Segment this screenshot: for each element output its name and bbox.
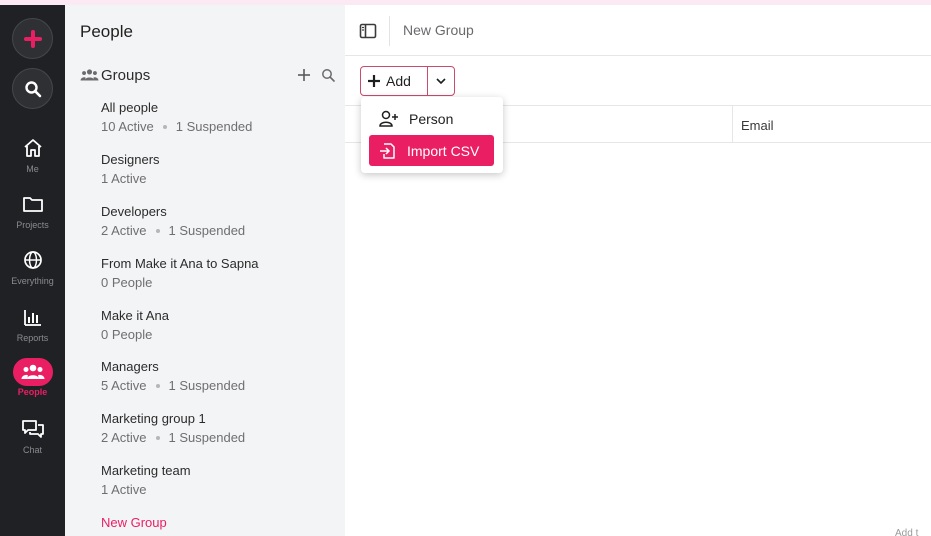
group-name: New Group: [101, 515, 167, 530]
group-item-developers[interactable]: Developers 2 Active 1 Suspended: [101, 204, 331, 239]
separator-dot: [162, 125, 167, 129]
people-icon: [21, 364, 44, 379]
group-name: Marketing team: [101, 463, 191, 478]
group-item-marketing-group-1[interactable]: Marketing group 1 2 Active 1 Suspended: [101, 411, 331, 446]
groups-icon: [80, 67, 100, 83]
chevron-down-icon: [436, 78, 446, 84]
rail-item-reports[interactable]: Reports: [0, 302, 65, 343]
group-item-marketing-team[interactable]: Marketing team 1 Active: [101, 463, 331, 498]
globe-icon: [23, 251, 42, 269]
people-panel: People Groups All people 10 Active 1 Sus…: [65, 0, 345, 536]
group-item-managers[interactable]: Managers 5 Active 1 Suspended: [101, 359, 331, 394]
rail-item-label: People: [17, 387, 48, 397]
header-border: [345, 55, 931, 56]
add-button[interactable]: Add: [361, 67, 427, 95]
group-suspended-count: 1 Suspended: [168, 378, 246, 393]
person-add-icon: [379, 110, 398, 127]
group-suspended-count: 1 Suspended: [175, 119, 253, 134]
home-icon: [23, 139, 42, 157]
menu-item-person[interactable]: Person: [369, 103, 494, 134]
search-icon: [322, 69, 335, 82]
group-item-make-it-ana[interactable]: Make it Ana 0 People: [101, 308, 331, 343]
panel-title: People: [80, 22, 133, 41]
group-name: From Make it Ana to Sapna: [101, 256, 259, 271]
import-file-icon: [380, 142, 395, 159]
group-people-count: 0 People: [101, 327, 153, 342]
group-item-new-group[interactable]: New Group: [101, 515, 331, 531]
menu-item-label: Import CSV: [407, 142, 480, 159]
rail-item-projects[interactable]: Projects: [0, 189, 65, 230]
groups-label: Groups: [101, 66, 151, 84]
group-name: Make it Ana: [101, 308, 169, 323]
groups-header: Groups: [80, 65, 335, 85]
create-button[interactable]: [12, 18, 53, 59]
bar-chart-icon: [23, 310, 41, 326]
rail-item-label: Reports: [16, 333, 49, 343]
rail-item-label: Everything: [11, 276, 54, 286]
plus-icon: [298, 69, 310, 81]
separator-dot: [155, 436, 160, 440]
menu-item-import-csv[interactable]: Import CSV: [369, 135, 494, 166]
rail-item-label: Projects: [16, 220, 49, 230]
column-header-email[interactable]: Email: [741, 118, 774, 133]
rail-item-people[interactable]: People: [0, 358, 65, 397]
rail-item-everything[interactable]: Everything: [0, 245, 65, 286]
global-search-button[interactable]: [12, 68, 53, 109]
chat-icon: [21, 420, 44, 438]
group-active-count: 1 Active: [101, 482, 147, 497]
column-divider: [732, 106, 733, 143]
top-accent-line: [0, 0, 931, 5]
add-dropdown-menu: Person Import CSV: [361, 97, 503, 173]
add-dropdown-toggle[interactable]: [427, 67, 454, 95]
toggle-sidebar-button[interactable]: [359, 22, 377, 40]
header-divider: [389, 16, 390, 46]
add-split-button: Add: [360, 66, 455, 96]
group-item-from-make-it-ana-to-sapna[interactable]: From Make it Ana to Sapna 0 People: [101, 256, 331, 291]
group-active-count: 2 Active: [101, 430, 147, 445]
group-active-count: 2 Active: [101, 223, 147, 238]
folder-icon: [22, 197, 43, 212]
plus-icon: [23, 29, 42, 48]
group-active-count: 10 Active: [101, 119, 154, 134]
left-rail: Me Projects Everything Reports People Ch…: [0, 0, 65, 536]
group-name: Designers: [101, 152, 160, 167]
group-suspended-count: 1 Suspended: [168, 430, 246, 445]
group-active-count: 5 Active: [101, 378, 147, 393]
add-hint-text: Add t: [895, 528, 919, 536]
rail-item-chat[interactable]: Chat: [0, 414, 65, 455]
group-name: Developers: [101, 204, 167, 219]
rail-item-label: Me: [26, 164, 39, 174]
group-item-designers[interactable]: Designers 1 Active: [101, 152, 331, 187]
add-group-button[interactable]: [296, 65, 312, 85]
search-icon: [24, 80, 41, 97]
group-suspended-count: 1 Suspended: [168, 223, 246, 238]
breadcrumb: New Group: [403, 22, 474, 38]
separator-dot: [155, 384, 160, 388]
menu-item-label: Person: [409, 110, 454, 127]
group-name: Marketing group 1: [101, 411, 206, 426]
main-content: New Group Add Email Add t: [345, 0, 931, 536]
plus-icon: [368, 75, 380, 87]
add-button-label: Add: [386, 73, 411, 89]
group-name: All people: [101, 100, 159, 115]
sidebar-toggle-icon: [359, 23, 377, 39]
rail-item-label: Chat: [22, 445, 42, 455]
group-active-count: 1 Active: [101, 171, 147, 186]
separator-dot: [155, 229, 160, 233]
group-name: Managers: [101, 359, 159, 374]
search-groups-button[interactable]: [320, 65, 336, 85]
group-item-all-people[interactable]: All people 10 Active 1 Suspended: [101, 100, 331, 135]
group-people-count: 0 People: [101, 275, 153, 290]
rail-item-me[interactable]: Me: [0, 133, 65, 174]
